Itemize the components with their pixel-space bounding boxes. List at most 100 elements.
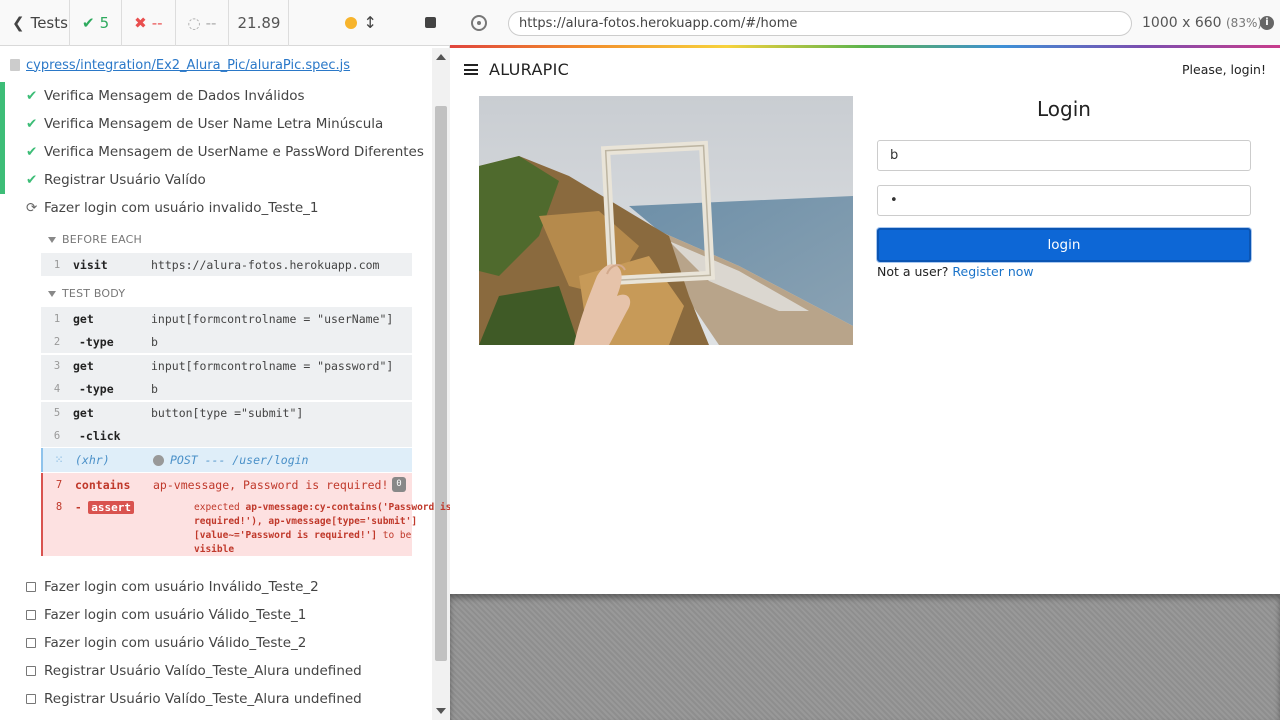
refresh-icon: ⟳ (26, 200, 38, 216)
login-button[interactable]: login (877, 228, 1251, 262)
command-number: 6 (53, 429, 61, 442)
greeting-text: Please, login! (1182, 62, 1266, 77)
test-item[interactable]: Registrar Usuário Valído_Teste_Alura und… (0, 657, 432, 685)
hook-before-each[interactable]: BEFORE EACH (48, 233, 142, 246)
test-item[interactable]: ✔ Verifica Mensagem de User Name Letra M… (0, 110, 432, 138)
test-item[interactable]: ✔ Verifica Mensagem de UserName e PassWo… (0, 138, 432, 166)
command-message: b (151, 334, 158, 349)
failed-count: -- (151, 13, 163, 32)
stats-pending: ◌ -- (176, 0, 230, 46)
command-row[interactable]: 5 get button[type ="submit"] (41, 401, 412, 424)
command-number: 2 (53, 335, 61, 348)
test-title: Verifica Mensagem de Dados Inválidos (44, 88, 305, 104)
password-input[interactable]: • (877, 185, 1251, 216)
test-title: Registrar Usuário Valído (44, 172, 206, 188)
test-item[interactable]: Fazer login com usuário Válido_Teste_1 (0, 601, 432, 629)
tests-button[interactable]: ❮ Tests (0, 0, 70, 46)
command-name: - assert (75, 501, 153, 514)
test-item[interactable]: Fazer login com usuário Inválido_Teste_2 (0, 573, 432, 601)
test-runner-panel: ❮ Tests ✔ 5 ✖ -- ◌ -- 21.89 ↕ cypress/integ… (0, 0, 451, 720)
test-title: Registrar Usuário Valído_Teste_Alura und… (44, 691, 362, 707)
test-item[interactable]: ✔ Registrar Usuário Valído (0, 166, 432, 194)
command-row[interactable]: 3 get input[formcontrolname = "password"… (41, 354, 412, 377)
passed-count: 5 (99, 13, 110, 32)
command-row[interactable]: 6 -click (41, 424, 412, 447)
spec-file-link[interactable]: cypress/integration/Ex2_Alura_Pic/aluraP… (0, 50, 432, 80)
command-row[interactable]: 1 visit https://alura-fotos.herokuapp.co… (41, 253, 412, 276)
test-item[interactable]: ✔ Verifica Mensagem de Dados Inválidos (0, 82, 432, 110)
login-title: Login (1037, 97, 1091, 121)
scrollbar-thumb[interactable] (435, 106, 447, 661)
command-name: contains (75, 478, 131, 492)
autoscroll-toggle-icon[interactable]: ↕ (363, 13, 376, 32)
command-number: 8 (55, 501, 63, 513)
to-be-word: to be (382, 530, 412, 541)
command-number: 4 (53, 382, 61, 395)
check-icon: ✔ (26, 88, 38, 104)
register-prompt: Not a user? Register now (877, 264, 1034, 279)
failed-command-row[interactable]: 7 contains ap-vmessage, Password is requ… (41, 473, 412, 497)
check-icon: ✔ (26, 172, 38, 188)
assert-visible: visible (194, 544, 235, 555)
spec-path[interactable]: cypress/integration/Ex2_Alura_Pic/aluraP… (26, 58, 350, 73)
command-row[interactable]: 4 -type b (41, 377, 412, 400)
stats-passed: ✔ 5 (70, 0, 123, 46)
test-item[interactable]: Registrar Usuário Valído_Teste_Alura und… (0, 685, 432, 713)
square-icon (26, 638, 36, 648)
viewport-background (450, 594, 1280, 720)
file-icon (10, 59, 20, 71)
xhr-command-row[interactable]: ⁙ (xhr) POST --- /user/login (41, 448, 412, 472)
reporter-scrollbar[interactable] (432, 48, 450, 720)
app-brand[interactable]: ALURAPIC (489, 60, 569, 79)
run-controls: ↕ (289, 0, 450, 46)
test-title: Fazer login com usuário Válido_Teste_2 (44, 635, 307, 651)
command-name: -type (79, 381, 114, 396)
expected-word: expected (194, 502, 240, 513)
command-name: get (73, 359, 94, 373)
selector-playground-icon[interactable] (471, 15, 487, 31)
stop-button[interactable] (425, 17, 436, 28)
hamburger-menu-icon[interactable] (464, 64, 478, 75)
check-icon: ✔ (26, 144, 38, 160)
command-message: input[formcontrolname = "password"] (151, 359, 394, 373)
command-message: b (151, 381, 158, 396)
assert-command-row[interactable]: 8 - assert expected ap-vmessage:cy-conta… (41, 497, 451, 556)
hook-label: TEST BODY (62, 287, 126, 300)
duration: 21.89 (229, 0, 290, 46)
hero-photo (479, 96, 853, 345)
check-icon: ✔ (26, 116, 38, 132)
dash: - (75, 501, 82, 514)
test-title: Verifica Mensagem de UserName e PassWord… (44, 144, 424, 160)
command-number: 1 (53, 258, 61, 271)
test-item-running[interactable]: ⟳ Fazer login com usuário invalido_Teste… (0, 194, 432, 222)
check-icon: ✔ (82, 13, 95, 32)
hook-test-body[interactable]: TEST BODY (48, 287, 125, 300)
command-number: 3 (53, 360, 61, 372)
scroll-up-icon[interactable] (436, 54, 446, 60)
command-message: input[formcontrolname = "userName"] (151, 311, 394, 326)
caret-down-icon (48, 236, 56, 243)
url-field[interactable]: https://alura-fotos.herokuapp.com/#/home (508, 11, 1132, 36)
hook-label: BEFORE EACH (62, 233, 143, 246)
command-row[interactable]: 1 get input[formcontrolname = "userName"… (41, 307, 412, 330)
running-indicator-icon (345, 16, 358, 29)
scroll-down-icon[interactable] (436, 708, 446, 714)
chevron-left-icon: ❮ (12, 13, 25, 32)
runner-header: ❮ Tests ✔ 5 ✖ -- ◌ -- 21.89 ↕ (0, 0, 450, 46)
command-number: 7 (55, 479, 63, 491)
register-link[interactable]: Register now (952, 264, 1033, 279)
command-message: POST --- /user/login (170, 453, 309, 467)
command-message: button[type ="submit"] (151, 406, 304, 420)
tests-label: Tests (30, 13, 68, 32)
command-message: ap-vmessage, Password is required! (153, 478, 389, 492)
assert-tag: assert (88, 501, 134, 514)
username-input[interactable]: b (877, 140, 1251, 171)
command-row[interactable]: 2 -type b (41, 330, 412, 353)
info-icon[interactable]: i (1260, 16, 1274, 30)
test-item[interactable]: Fazer login com usuário Válido_Teste_2 (0, 629, 432, 657)
command-name: visit (73, 257, 108, 272)
circle-notch-icon: ◌ (187, 13, 201, 32)
command-name: -click (79, 428, 121, 443)
assert-message: expected ap-vmessage:cy-contains('Passwo… (194, 501, 452, 557)
pending-dot-icon (153, 454, 164, 466)
